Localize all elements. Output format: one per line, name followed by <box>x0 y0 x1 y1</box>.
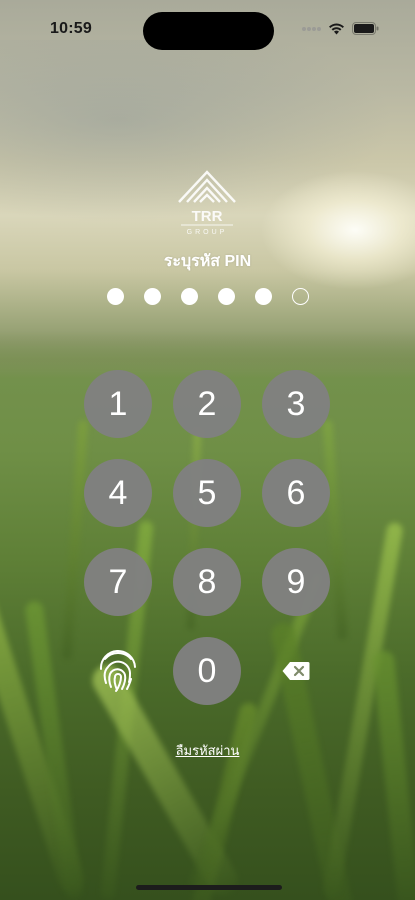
key-4[interactable]: 4 <box>84 459 152 527</box>
home-indicator <box>136 885 282 890</box>
forgot-password-link[interactable]: ลืมรหัสผ่าน <box>0 740 415 761</box>
status-bar: 10:59 <box>0 0 415 60</box>
dynamic-island <box>143 12 274 50</box>
pin-dot-filled <box>143 288 161 305</box>
key-8[interactable]: 8 <box>173 548 241 616</box>
key-1[interactable]: 1 <box>84 370 152 438</box>
pin-lock-screen: 10:59 TRR GROUP ระบุรหัส PIN 1 2 3 4 5 6… <box>0 0 415 900</box>
logo-text-main: TRR <box>192 208 223 225</box>
status-icons <box>301 22 379 35</box>
pin-indicator <box>0 288 415 305</box>
grass-blade <box>61 419 89 661</box>
pin-dot-filled <box>180 288 198 305</box>
battery-icon <box>352 22 379 35</box>
trr-group-logo-icon: TRR GROUP <box>176 166 238 240</box>
key-5[interactable]: 5 <box>173 459 241 527</box>
key-7[interactable]: 7 <box>84 548 152 616</box>
key-3[interactable]: 3 <box>262 370 330 438</box>
key-0[interactable]: 0 <box>173 637 241 705</box>
grass-blade <box>371 649 415 900</box>
key-6[interactable]: 6 <box>262 459 330 527</box>
backspace-icon <box>282 662 310 680</box>
status-time: 10:59 <box>50 20 92 37</box>
fingerprint-icon <box>99 650 136 692</box>
signal-dots-icon <box>302 26 321 31</box>
key-9[interactable]: 9 <box>262 548 330 616</box>
pin-dot-filled <box>106 288 124 305</box>
pin-prompt: ระบุรหัส PIN <box>163 253 252 270</box>
grass-blade <box>322 419 348 641</box>
pin-dot-empty <box>291 288 309 305</box>
delete-button[interactable] <box>262 637 330 705</box>
biometric-button[interactable] <box>84 637 152 705</box>
key-2[interactable]: 2 <box>173 370 241 438</box>
pin-dot-filled <box>254 288 272 305</box>
pin-dot-filled <box>217 288 235 305</box>
logo-text-sub: GROUP <box>187 229 228 236</box>
wifi-icon <box>329 23 344 35</box>
